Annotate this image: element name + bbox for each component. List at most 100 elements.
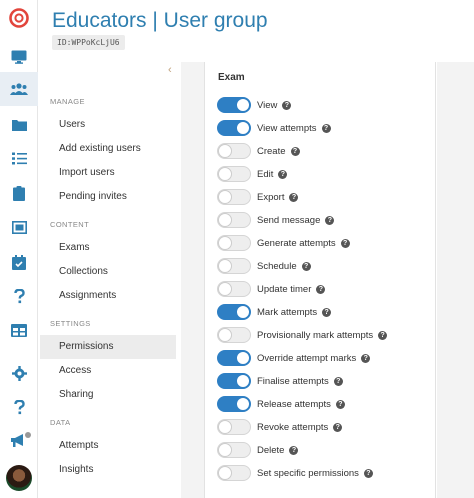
sidebar-item-attempts[interactable]: Attempts xyxy=(40,434,176,458)
toggle-delete[interactable] xyxy=(217,442,251,458)
toggle-export[interactable] xyxy=(217,189,251,205)
toggle-mark-attempts[interactable] xyxy=(217,304,251,320)
toggle-provisionally-mark-attempts[interactable] xyxy=(217,327,251,343)
toggle-revoke-attempts[interactable] xyxy=(217,419,251,435)
rail-question[interactable] xyxy=(0,279,38,313)
sidebar-item-import-users[interactable]: Import users xyxy=(40,161,176,185)
permission-row-set-specific-permissions: Set specific permissions? xyxy=(217,464,373,482)
sidebar-item-access[interactable]: Access xyxy=(40,359,176,383)
permission-label: Finalise attempts xyxy=(257,375,329,387)
help-icon[interactable]: ? xyxy=(278,169,288,179)
users-icon xyxy=(10,83,28,95)
toggle-view-attempts[interactable] xyxy=(217,120,251,136)
toggle-view[interactable] xyxy=(217,97,251,113)
help-icon[interactable]: ? xyxy=(335,399,345,409)
rail-settings[interactable] xyxy=(0,356,38,390)
sidebar-item-insights[interactable]: Insights xyxy=(40,458,176,482)
rail-clipboard[interactable] xyxy=(0,176,38,210)
permission-label: Delete xyxy=(257,444,285,456)
permission-row-release-attempts: Release attempts? xyxy=(217,395,345,413)
sidebar-item-collections[interactable]: Collections xyxy=(40,260,176,284)
toggle-knob xyxy=(236,121,250,135)
help-icon[interactable]: ? xyxy=(289,445,299,455)
help-icon[interactable]: ? xyxy=(378,330,388,340)
help-icon[interactable]: ? xyxy=(321,123,331,133)
permission-label: Override attempt marks xyxy=(257,352,357,364)
toggle-knob xyxy=(218,282,232,296)
permission-label: Set specific permissions xyxy=(257,467,359,479)
toggle-knob xyxy=(218,236,232,250)
sidebar-item-assignments[interactable]: Assignments xyxy=(40,284,176,308)
toggle-knob xyxy=(218,420,232,434)
help-icon[interactable]: ? xyxy=(333,422,343,432)
rail-users[interactable] xyxy=(0,72,38,106)
logo-icon[interactable] xyxy=(8,7,30,29)
help-icon[interactable]: ? xyxy=(325,215,335,225)
clipboard-icon xyxy=(13,185,25,201)
section-manage: MANAGE xyxy=(50,97,85,106)
monitor-icon xyxy=(11,50,27,64)
permission-label: Export xyxy=(257,191,285,203)
sidebar-item-add-existing-users[interactable]: Add existing users xyxy=(40,137,176,161)
sidebar-item-exams[interactable]: Exams xyxy=(40,236,176,260)
toggle-knob xyxy=(236,98,250,112)
permission-row-override-attempt-marks: Override attempt marks? xyxy=(217,349,371,367)
permission-label: Schedule xyxy=(257,260,297,272)
toggle-edit[interactable] xyxy=(217,166,251,182)
toggle-generate-attempts[interactable] xyxy=(217,235,251,251)
toggle-knob xyxy=(236,374,250,388)
sidebar-item-permissions[interactable]: Permissions xyxy=(40,335,176,359)
section-settings: SETTINGS xyxy=(50,319,91,328)
rail-announcements[interactable] xyxy=(0,424,38,458)
section-content: CONTENT xyxy=(50,220,90,229)
rail-checklist[interactable] xyxy=(0,141,38,175)
permission-label: View xyxy=(257,99,278,111)
sidebar-item-users[interactable]: Users xyxy=(40,113,176,137)
toggle-finalise-attempts[interactable] xyxy=(217,373,251,389)
permission-row-mark-attempts: Mark attempts? xyxy=(217,303,332,321)
help-icon[interactable]: ? xyxy=(322,307,332,317)
id-badge[interactable]: ID:WPPoKcLjU6 xyxy=(52,35,125,50)
toggle-override-attempt-marks[interactable] xyxy=(217,350,251,366)
toggle-release-attempts[interactable] xyxy=(217,396,251,412)
toggle-create[interactable] xyxy=(217,143,251,159)
permission-label: Mark attempts xyxy=(257,306,318,318)
collapse-sidebar-button[interactable]: ‹ xyxy=(168,64,172,76)
toggle-knob xyxy=(236,305,250,319)
gear-icon xyxy=(11,365,27,381)
permission-row-revoke-attempts: Revoke attempts? xyxy=(217,418,343,436)
help-icon[interactable]: ? xyxy=(361,353,371,363)
help-icon[interactable]: ? xyxy=(301,261,311,271)
table-icon xyxy=(11,323,27,337)
help-icon[interactable]: ? xyxy=(333,376,343,386)
permission-label: Release attempts xyxy=(257,398,331,410)
help-icon[interactable]: ? xyxy=(340,238,350,248)
permission-row-export: Export? xyxy=(217,188,299,206)
permission-row-view: View? xyxy=(217,96,292,114)
toggle-knob xyxy=(218,443,232,457)
toggle-schedule[interactable] xyxy=(217,258,251,274)
permission-row-delete: Delete? xyxy=(217,441,299,459)
checklist-icon xyxy=(11,152,27,164)
sidebar-item-sharing[interactable]: Sharing xyxy=(40,383,176,407)
toggle-send-message[interactable] xyxy=(217,212,251,228)
help-icon[interactable]: ? xyxy=(282,100,292,110)
icon-rail xyxy=(0,0,38,498)
help-icon[interactable]: ? xyxy=(363,468,373,478)
rail-calendar[interactable] xyxy=(0,245,38,279)
permission-row-send-message: Send message? xyxy=(217,211,335,229)
help-icon[interactable]: ? xyxy=(289,192,299,202)
toggle-set-specific-permissions[interactable] xyxy=(217,465,251,481)
toggle-update-timer[interactable] xyxy=(217,281,251,297)
rail-help[interactable] xyxy=(0,390,38,424)
permission-label: Send message xyxy=(257,214,321,226)
sidebar-item-pending-invites[interactable]: Pending invites xyxy=(40,185,176,209)
rail-table[interactable] xyxy=(0,313,38,347)
rail-image[interactable] xyxy=(0,210,38,244)
help-icon[interactable]: ? xyxy=(316,284,326,294)
permission-label: Revoke attempts xyxy=(257,421,329,433)
help-icon[interactable]: ? xyxy=(290,146,300,156)
avatar[interactable] xyxy=(6,465,32,491)
rail-monitor[interactable] xyxy=(0,40,38,74)
rail-folder[interactable] xyxy=(0,108,38,142)
